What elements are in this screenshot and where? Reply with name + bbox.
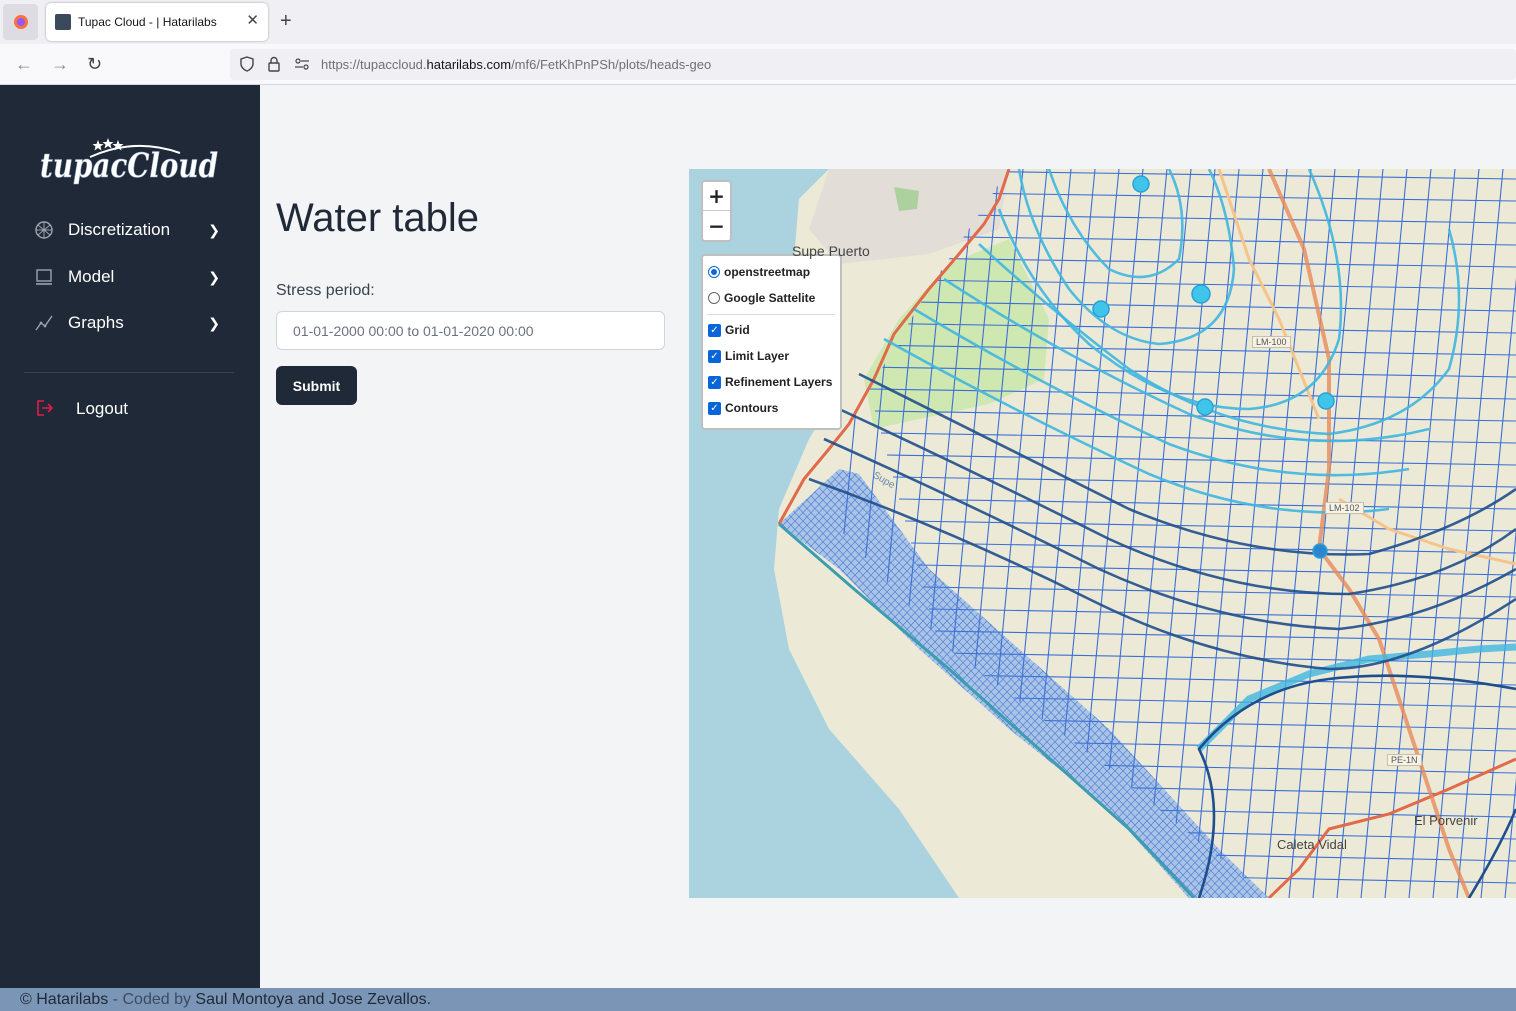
overlay-label: Contours bbox=[725, 401, 779, 415]
layer-label: Google Sattelite bbox=[724, 291, 816, 305]
back-arrow-icon[interactable]: ← bbox=[15, 54, 33, 74]
model-limit-boundary-south bbox=[1267, 757, 1516, 898]
permissions-icon[interactable] bbox=[294, 56, 310, 72]
footer-copyright: © Hatarilabs bbox=[20, 991, 109, 1008]
radio-unselected-icon[interactable] bbox=[708, 292, 720, 304]
overlay-label: Refinement Layers bbox=[725, 375, 833, 389]
logout-label: Logout bbox=[76, 399, 128, 418]
firefox-menu-button[interactable] bbox=[3, 4, 38, 40]
url-path: /mf6/FetKhPnPSh/plots/heads-geo bbox=[511, 57, 712, 72]
overlay-contours[interactable]: ✓ Contours bbox=[708, 400, 778, 416]
footer-coded-by: - Coded by bbox=[108, 991, 196, 1008]
url-bar[interactable]: https://tupaccloud.hatarilabs.com/mf6/Fe… bbox=[230, 49, 1516, 80]
zoom-in-button[interactable]: + bbox=[703, 182, 730, 211]
reload-icon[interactable]: ↻ bbox=[87, 54, 102, 74]
place-label-el-porvenir: El Porvenir bbox=[1414, 813, 1478, 828]
url-text[interactable]: https://tupaccloud.hatarilabs.com/mf6/Fe… bbox=[321, 57, 711, 72]
place-label-supe-puerto: Supe Puerto bbox=[792, 243, 870, 259]
chevron-right-icon: ❯ bbox=[208, 221, 220, 238]
sidebar-item-label: Graphs bbox=[68, 313, 124, 332]
submit-button[interactable]: Submit bbox=[276, 366, 357, 405]
zoom-control: + − bbox=[701, 180, 732, 242]
road-lm100 bbox=[1217, 169, 1321, 420]
layer-google-satellite[interactable]: Google Sattelite bbox=[708, 290, 815, 306]
road-label-lm100: LM-100 bbox=[1252, 336, 1291, 348]
sidebar-item-graphs[interactable]: Graphs ❯ bbox=[34, 308, 220, 338]
overlay-limit-layer[interactable]: ✓ Limit Layer bbox=[708, 348, 789, 364]
checkbox-checked-icon[interactable]: ✓ bbox=[708, 375, 721, 389]
tab-favicon bbox=[55, 14, 71, 30]
overlay-grid[interactable]: ✓ Grid bbox=[708, 322, 750, 338]
line-chart-icon bbox=[34, 313, 54, 333]
tupaccloud-logo[interactable]: tupacCloud bbox=[40, 135, 220, 195]
browser-tab-bar: Tupac Cloud - | Hatarilabs ✕ + bbox=[0, 0, 1516, 44]
checkbox-checked-icon[interactable]: ✓ bbox=[708, 401, 721, 415]
sidebar-item-label: Model bbox=[68, 267, 115, 286]
model-grid bbox=[839, 169, 1516, 898]
grid-globe-icon bbox=[34, 220, 54, 240]
radio-selected-icon[interactable] bbox=[708, 266, 720, 278]
page-title: Water table bbox=[276, 196, 480, 240]
overlay-label: Grid bbox=[725, 323, 750, 337]
sidebar-divider bbox=[24, 372, 234, 373]
stress-period-input[interactable] bbox=[276, 311, 665, 350]
chevron-right-icon: ❯ bbox=[208, 268, 220, 285]
url-prefix: https://tupaccloud. bbox=[321, 57, 427, 72]
sidebar-item-discretization[interactable]: Discretization ❯ bbox=[34, 215, 220, 245]
layer-openstreetmap[interactable]: openstreetmap bbox=[708, 264, 810, 280]
layer-control: openstreetmap Google Sattelite ✓ Grid ✓ … bbox=[701, 254, 842, 430]
checkbox-checked-icon[interactable]: ✓ bbox=[708, 323, 721, 337]
overlay-label: Limit Layer bbox=[725, 349, 790, 363]
url-host: hatarilabs.com bbox=[426, 57, 512, 72]
sidebar-item-model[interactable]: Model ❯ bbox=[34, 262, 220, 292]
place-label-caleta-vidal: Caleta Vidal bbox=[1277, 837, 1347, 852]
footer: © Hatarilabs - Coded by Saul Montoya and… bbox=[0, 988, 1516, 1011]
road-label-pe1n: PE-1N bbox=[1387, 754, 1422, 766]
road-label-lm102: LM-102 bbox=[1325, 502, 1364, 514]
logout-icon bbox=[36, 399, 56, 419]
zoom-out-button[interactable]: − bbox=[703, 211, 730, 240]
browser-nav-bar: ← → ↻ https://tupaccloud.hatarilabs.com/… bbox=[0, 44, 1516, 85]
chevron-right-icon: ❯ bbox=[208, 314, 220, 331]
checkbox-checked-icon[interactable]: ✓ bbox=[708, 349, 721, 363]
layer-divider bbox=[707, 314, 835, 315]
shield-icon[interactable] bbox=[239, 56, 255, 72]
firefox-icon bbox=[13, 15, 28, 29]
sidebar-item-label: Discretization bbox=[68, 220, 171, 239]
stress-period-label: Stress period: bbox=[276, 282, 375, 299]
laptop-icon bbox=[34, 267, 54, 287]
logout-button[interactable]: Logout bbox=[36, 399, 128, 419]
new-tab-icon[interactable]: + bbox=[280, 10, 292, 32]
sidebar: tupacCloud Discretization ❯ Model ❯ Grap… bbox=[0, 85, 260, 988]
footer-authors: Saul Montoya and Jose Zevallos. bbox=[195, 991, 432, 1008]
water-table-map[interactable]: + − openstreetmap Google Sattelite ✓ Gri… bbox=[689, 169, 1516, 898]
logo-text: tupacCloud bbox=[40, 146, 218, 186]
tab-close-icon[interactable]: ✕ bbox=[246, 13, 259, 29]
browser-tab-active[interactable]: Tupac Cloud - | Hatarilabs ✕ bbox=[46, 3, 268, 41]
tab-title: Tupac Cloud - | Hatarilabs bbox=[78, 15, 217, 29]
forward-arrow-icon[interactable]: → bbox=[51, 54, 69, 74]
overlay-refinement-layers[interactable]: ✓ Refinement Layers bbox=[708, 374, 832, 390]
lock-icon[interactable] bbox=[267, 56, 281, 72]
layer-label: openstreetmap bbox=[724, 265, 811, 279]
